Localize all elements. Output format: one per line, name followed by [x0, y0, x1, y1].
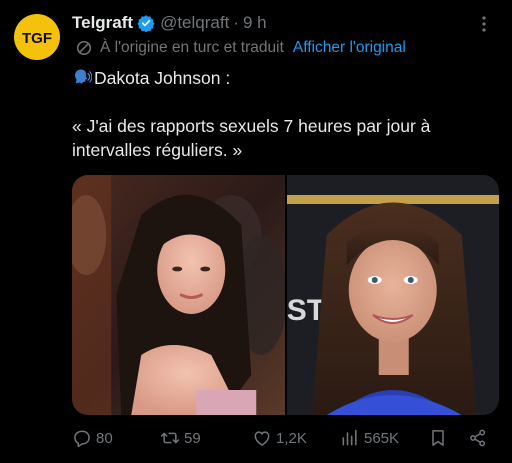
photo-right-sign-text: ST: [287, 294, 325, 327]
tweet-quote: « J'ai des rapports sexuels 7 heures par…: [72, 116, 431, 160]
reply-count: 80: [96, 429, 113, 447]
photo-right-image: ST: [286, 175, 499, 415]
tweet[interactable]: TGF Telgraft @telqraft · 9 h À l'origine…: [0, 0, 512, 463]
views-count: 565K: [364, 429, 400, 447]
verified-badge-icon: [137, 15, 155, 32]
share-button[interactable]: [468, 428, 488, 448]
telgraft-logo-icon: TGF: [22, 30, 52, 47]
translation-note: À l'origine en turc et traduit: [100, 39, 284, 56]
retweet-icon: [160, 432, 180, 444]
reply-button[interactable]: 80: [72, 428, 113, 448]
author-name[interactable]: Telgraft: [72, 13, 133, 33]
like-button[interactable]: 1,2K: [252, 428, 307, 448]
photo-left-image: [72, 175, 285, 415]
svg-text:TGF: TGF: [22, 30, 52, 47]
show-original-link[interactable]: Afficher l'original: [293, 39, 406, 57]
tweet-line-1: Dakota Johnson :: [72, 66, 492, 90]
media-photo-left[interactable]: [72, 175, 285, 415]
bookmark-icon: [432, 430, 444, 446]
tweet-line-1-text: Dakota Johnson :: [94, 68, 231, 88]
translation-notice: À l'origine en turc et traduit Afficher …: [76, 38, 406, 58]
action-bar: 80 59 1,2K 565K: [72, 424, 497, 452]
tweet-time[interactable]: 9 h: [243, 13, 267, 33]
share-icon: [470, 429, 486, 447]
avatar[interactable]: TGF: [14, 14, 60, 60]
heart-icon: [254, 431, 270, 446]
views-button[interactable]: 565K: [340, 428, 399, 448]
more-options-button[interactable]: [474, 14, 494, 34]
media-grid: ST: [72, 175, 499, 415]
like-count: 1,2K: [276, 429, 307, 447]
translate-icon: [76, 40, 92, 56]
tweet-text: Dakota Johnson : « J'ai des rapports sex…: [72, 66, 492, 162]
speaking-head-icon: [72, 67, 92, 87]
separator-dot: ·: [233, 13, 239, 32]
author-handle[interactable]: @telqraft: [160, 13, 229, 33]
bookmark-button[interactable]: [428, 428, 448, 448]
more-vertical-icon: [482, 16, 486, 32]
retweet-count: 59: [184, 429, 201, 447]
media-photo-right[interactable]: ST: [286, 175, 499, 415]
retweet-button[interactable]: 59: [160, 428, 201, 448]
tweet-header: Telgraft @telqraft · 9 h: [72, 12, 267, 34]
reply-icon: [74, 430, 90, 448]
analytics-icon: [342, 429, 357, 446]
